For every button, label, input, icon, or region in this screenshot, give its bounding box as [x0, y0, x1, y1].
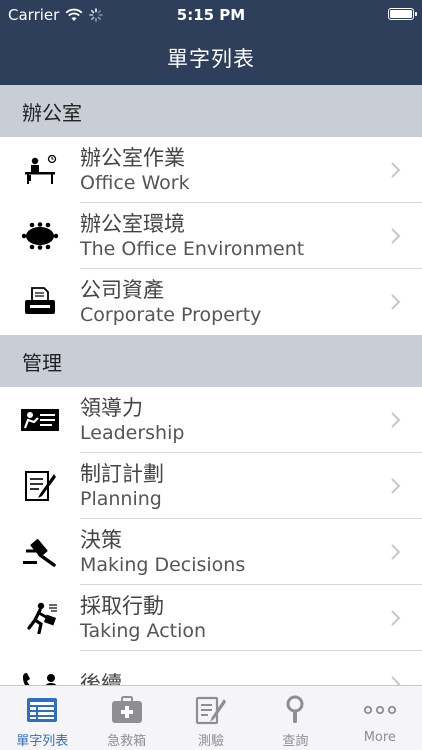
tab-bar: 單字列表 急救箱 測驗 查詢 More: [0, 685, 422, 750]
item-title-zh: 辦公室作業: [80, 145, 185, 170]
chevron-right-icon: [391, 228, 401, 244]
item-title-zh: 公司資產: [80, 278, 164, 302]
battery-icon: [388, 8, 417, 20]
tab-label: 急救箱: [107, 734, 147, 749]
item-title-en: Taking Action: [80, 619, 207, 642]
chevron-right-icon: [391, 544, 401, 560]
gavel-icon: [0, 537, 80, 567]
word-list[interactable]: 辦公室 辦公室作業 Office Work 辦公室環境 The Office E…: [0, 85, 422, 685]
section-header-management: 管理: [0, 335, 422, 387]
item-title-en: Corporate Property: [80, 304, 262, 326]
first-aid-kit-icon: [111, 694, 143, 726]
clock: 5:15 PM: [176, 6, 246, 24]
list-item[interactable]: 領導力 Leadership: [0, 387, 422, 453]
item-title-zh: 決策: [80, 527, 122, 552]
section-header-office: 辦公室: [0, 85, 422, 137]
tab-label: 查詢: [282, 734, 309, 749]
list-item[interactable]: 後續: [0, 651, 422, 685]
more-dots-icon: [363, 694, 397, 726]
phone-person-icon: [0, 669, 80, 685]
item-title-zh: 制訂計劃: [80, 461, 164, 486]
item-title-en: Planning: [80, 487, 162, 510]
chevron-right-icon: [391, 676, 401, 685]
item-title-zh: 後續: [80, 672, 122, 685]
list-item[interactable]: 決策 Making Decisions: [0, 519, 422, 585]
list-item[interactable]: 制訂計劃 Planning: [0, 453, 422, 519]
meeting-table-icon: [0, 222, 80, 250]
printer-icon: [0, 287, 80, 317]
item-title-en: Leadership: [80, 421, 185, 444]
chevron-right-icon: [391, 162, 401, 178]
search-icon: [283, 694, 307, 726]
quiz-pencil-icon: [195, 694, 227, 726]
item-title-zh: 領導力: [80, 395, 143, 420]
tab-word-list[interactable]: 單字列表: [0, 686, 84, 750]
item-title-en: Making Decisions: [80, 553, 246, 576]
tab-label: 單字列表: [16, 734, 69, 749]
item-title-en: The Office Environment: [80, 237, 305, 260]
status-bar: Carrier 5:15 PM: [0, 0, 422, 30]
presentation-icon: [0, 406, 80, 434]
navigation-bar: 單字列表: [0, 30, 422, 85]
chevron-right-icon: [391, 412, 401, 428]
tab-label: More: [363, 730, 396, 745]
chevron-right-icon: [391, 610, 401, 626]
page-title: 單字列表: [167, 46, 255, 71]
chevron-right-icon: [391, 478, 401, 494]
item-title-en: Office Work: [80, 171, 190, 194]
tab-search[interactable]: 查詢: [253, 686, 337, 750]
tab-more[interactable]: More: [338, 686, 422, 750]
list-item[interactable]: 採取行動 Taking Action: [0, 585, 422, 651]
list-item[interactable]: 辦公室環境 The Office Environment: [0, 203, 422, 269]
item-title-zh: 辦公室環境: [80, 211, 185, 236]
list-icon: [26, 694, 58, 726]
tab-label: 測驗: [198, 734, 225, 749]
list-item[interactable]: 辦公室作業 Office Work: [0, 137, 422, 203]
running-person-icon: [0, 602, 80, 634]
list-item[interactable]: 公司資產 Corporate Property: [0, 269, 422, 335]
item-title-zh: 採取行動: [80, 593, 164, 618]
tab-quiz[interactable]: 測驗: [169, 686, 253, 750]
tab-first-aid[interactable]: 急救箱: [84, 686, 168, 750]
chevron-right-icon: [391, 294, 401, 310]
office-desk-icon: [0, 155, 80, 185]
document-pen-icon: [0, 469, 80, 503]
